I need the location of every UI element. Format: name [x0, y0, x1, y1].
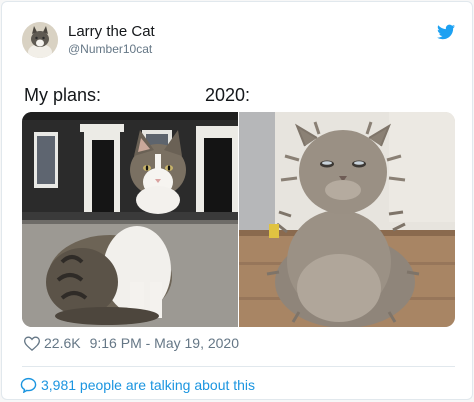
user-handle[interactable]: @Number10cat: [68, 42, 152, 56]
conversation-link[interactable]: 3,981 people are talking about this: [20, 377, 255, 393]
caption-2020: 2020:: [205, 85, 251, 105]
divider: [22, 366, 455, 367]
tweet-meta: 22.6K 9:16 PM - May 19, 2020: [24, 335, 239, 351]
heart-icon[interactable]: [24, 335, 40, 351]
like-count[interactable]: 22.6K: [44, 335, 81, 351]
fluffy-cat-photo[interactable]: [239, 112, 455, 327]
twitter-bird-icon[interactable]: [437, 24, 455, 40]
timestamp[interactable]: 9:16 PM - May 19, 2020: [90, 335, 239, 351]
caption-my-plans: My plans:: [24, 85, 102, 105]
tweet-card: Larry the Cat @Number10cat My plans: 202…: [1, 1, 473, 400]
cat-avatar[interactable]: [22, 22, 58, 58]
display-name[interactable]: Larry the Cat: [68, 23, 155, 40]
tabby-cat-photo[interactable]: [22, 112, 238, 327]
conversation-label[interactable]: 3,981 people are talking about this: [41, 377, 255, 393]
speech-bubble-icon: [20, 377, 37, 393]
